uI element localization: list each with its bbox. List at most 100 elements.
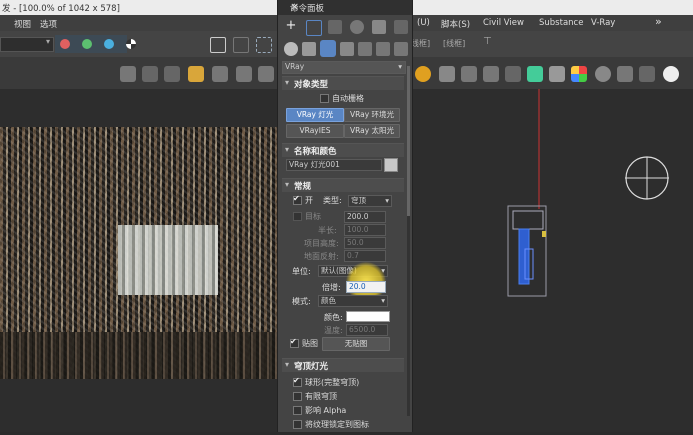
material-icon[interactable]: [571, 66, 587, 82]
cameras-icon[interactable]: [340, 42, 354, 56]
spherical-dome-checkbox[interactable]: [293, 376, 302, 387]
channel-icon[interactable]: [126, 39, 136, 49]
red-dot-icon[interactable]: [60, 39, 70, 49]
menu-substance[interactable]: Substance: [539, 18, 583, 28]
panel-scrollbar[interactable]: [407, 66, 410, 416]
helpers-icon[interactable]: [358, 42, 372, 56]
temperature-field[interactable]: 6500.0: [346, 324, 388, 336]
clipper-icon[interactable]: [617, 66, 633, 82]
palette-icon[interactable]: [595, 66, 611, 82]
light-icon[interactable]: [188, 66, 204, 82]
vray-logo-icon[interactable]: [663, 66, 679, 82]
renderer-select-value: VRay: [285, 62, 305, 71]
toolbar-left: ▾: [0, 31, 277, 57]
display-tab-icon[interactable]: [372, 20, 386, 34]
filter-icon[interactable]: ⊤: [483, 36, 492, 47]
mode-select[interactable]: 颜色 ▾: [318, 295, 388, 307]
half-width-field[interactable]: 50.0: [344, 237, 386, 249]
green-dot-icon[interactable]: [82, 39, 92, 49]
geometry-icon[interactable]: [284, 42, 298, 56]
object-name-field[interactable]: VRay 灯光001: [286, 159, 382, 171]
plane-icon[interactable]: [505, 66, 521, 82]
panel-scrollbar-thumb[interactable]: [407, 66, 410, 216]
light-color-swatch[interactable]: [346, 311, 390, 322]
save-image-icon[interactable]: [210, 37, 226, 53]
command-panel-titlebar[interactable]: 命令面板 ×: [278, 0, 412, 15]
section-dome-light[interactable]: ▾ 穹顶灯光: [282, 358, 404, 372]
window-title: 发 - [100.0% of 1042 x 578]: [2, 4, 120, 14]
selection-dropdown[interactable]: ▾: [0, 37, 54, 52]
render-icon[interactable]: [258, 66, 274, 82]
menu-options[interactable]: 选项: [40, 18, 57, 30]
cube-icon[interactable]: [439, 66, 455, 82]
teapot-icon[interactable]: [120, 66, 136, 82]
menu-scripting[interactable]: 脚本(S): [441, 18, 470, 30]
menu-civil-view[interactable]: Civil View: [483, 18, 524, 28]
create-tab-icon[interactable]: +: [284, 19, 298, 34]
directional-field[interactable]: 0.7: [344, 250, 386, 262]
texture-checkbox[interactable]: [290, 337, 299, 348]
utilities-tab-icon[interactable]: [394, 20, 408, 34]
close-icon[interactable]: ×: [290, 0, 406, 13]
lights-icon[interactable]: [320, 40, 336, 57]
menu-view[interactable]: 视图: [14, 18, 31, 30]
proxy-icon[interactable]: [461, 66, 477, 82]
chevron-down-icon: ▾: [398, 62, 402, 71]
scene-viewport[interactable]: [411, 89, 693, 432]
section-object-type-title: 对象类型: [294, 80, 329, 90]
mode-label: 模式:: [292, 297, 311, 306]
systems-icon[interactable]: [394, 42, 408, 56]
viewport-wireframe: [507, 89, 669, 297]
frame-buffer-viewport[interactable]: [0, 89, 277, 432]
sun-icon[interactable]: [415, 66, 431, 82]
object-color-swatch[interactable]: [384, 158, 398, 172]
teapot-render-icon[interactable]: [236, 66, 252, 82]
type-select[interactable]: 穹顶 ▾: [348, 195, 392, 207]
menu-more-icon[interactable]: »: [655, 15, 662, 28]
light-on-checkbox[interactable]: [293, 194, 302, 205]
directional-label: 地面反射:: [304, 252, 339, 261]
lock-texture-checkbox[interactable]: [293, 420, 302, 429]
section-object-type[interactable]: ▾ 对象类型: [282, 76, 404, 90]
copy-image-icon[interactable]: [233, 37, 249, 53]
affect-alpha-checkbox[interactable]: [293, 406, 302, 415]
blue-dot-icon[interactable]: [104, 39, 114, 49]
fur-icon[interactable]: [483, 66, 499, 82]
vray-light-button[interactable]: VRay 灯光: [286, 108, 344, 122]
toolbar-right: 线框] [线框] ⊤: [411, 31, 693, 57]
toggle-icon[interactable]: [639, 66, 655, 82]
shapes-icon[interactable]: [302, 42, 316, 56]
camera-icon[interactable]: [212, 66, 228, 82]
grass-icon[interactable]: [527, 66, 543, 82]
menu-vray[interactable]: V-Ray: [591, 18, 615, 28]
frame-buffer-icon[interactable]: [164, 66, 180, 82]
half-length-field[interactable]: 100.0: [344, 224, 386, 236]
vray-ambient-light-button[interactable]: VRay 环境光: [344, 108, 400, 122]
hierarchy-tab-icon[interactable]: [328, 20, 342, 34]
viewport-label-left[interactable]: 线框]: [411, 38, 430, 49]
target-field[interactable]: 200.0: [344, 211, 386, 223]
sphere-icon[interactable]: [549, 66, 565, 82]
texture-map-button[interactable]: 无贴图: [322, 337, 390, 351]
vray-sun-button[interactable]: VRay 太阳光: [344, 124, 400, 138]
region-render-icon[interactable]: [256, 37, 272, 53]
limited-dome-checkbox[interactable]: [293, 392, 302, 401]
section-name-color[interactable]: ▾ 名称和颜色: [282, 143, 404, 157]
type-label: 类型:: [323, 196, 342, 205]
render-setup-icon[interactable]: [142, 66, 158, 82]
target-label: 目标: [305, 212, 321, 221]
autogrid-checkbox[interactable]: [320, 94, 329, 103]
spacewarps-icon[interactable]: [376, 42, 390, 56]
multiplier-field[interactable]: 20.0: [346, 281, 386, 293]
modify-tab-icon[interactable]: [306, 20, 322, 36]
section-general[interactable]: ▾ 常规: [282, 178, 404, 192]
motion-tab-icon[interactable]: [350, 20, 364, 34]
menu-u[interactable]: (U): [417, 18, 430, 28]
ribbon-left: [0, 57, 277, 89]
renderer-select[interactable]: VRay ▾: [282, 61, 406, 74]
vray-ies-button[interactable]: VRayIES: [286, 124, 344, 138]
room-top: [512, 210, 544, 230]
target-checkbox[interactable]: [293, 212, 302, 221]
viewport-label-wireframe[interactable]: [线框]: [443, 38, 465, 49]
selected-object: [518, 228, 530, 285]
